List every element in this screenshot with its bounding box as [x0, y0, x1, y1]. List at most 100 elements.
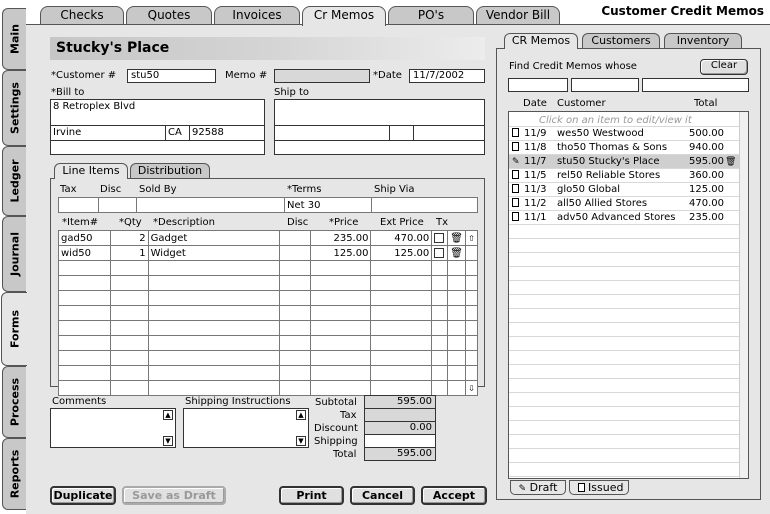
- ext-price-cell[interactable]: 470.00: [370, 230, 433, 246]
- side-tab-main[interactable]: Main: [2, 8, 26, 70]
- side-tab-ledger[interactable]: Ledger: [2, 146, 26, 216]
- price-cell[interactable]: 235.00: [309, 230, 372, 246]
- ext-price-cell[interactable]: 125.00: [370, 245, 433, 261]
- app-title: Customer Credit Memos: [601, 4, 764, 18]
- tab-cr-memos-list[interactable]: CR Memos: [504, 33, 578, 49]
- ship-to-divider: [274, 125, 485, 126]
- comments-scroll-down-icon[interactable]: ▼: [163, 436, 173, 446]
- delete-cell[interactable]: 🗑: [447, 245, 466, 261]
- duplicate-button[interactable]: Duplicate: [50, 486, 116, 505]
- terms-row-table: Net 30: [58, 197, 478, 213]
- find-field-2[interactable]: [571, 78, 639, 92]
- find-field-1[interactable]: [508, 78, 568, 92]
- table-row[interactable]: [58, 290, 479, 306]
- bill-to-address[interactable]: 8 Retroplex Blvd: [53, 101, 135, 112]
- table-row[interactable]: [58, 350, 479, 366]
- date-field[interactable]: 11/7/2002: [409, 69, 485, 83]
- shipping-scroll-up-icon[interactable]: ▲: [296, 410, 306, 420]
- table-row[interactable]: wid50 1 Widget 125.00 125.00 🗑: [58, 245, 479, 261]
- table-row[interactable]: [58, 335, 479, 351]
- list-item[interactable]: 11/1 adv50 Advanced Stores 235.00: [509, 211, 739, 225]
- list-scrollbar[interactable]: [739, 112, 748, 478]
- comments-scroll-up-icon[interactable]: ▲: [163, 410, 173, 420]
- table-row[interactable]: [58, 320, 479, 336]
- shipping-value[interactable]: [364, 434, 436, 448]
- price-cell[interactable]: 125.00: [309, 245, 372, 261]
- delete-cell[interactable]: 🗑: [447, 230, 466, 246]
- table-row[interactable]: [58, 275, 479, 291]
- clear-button[interactable]: Clear: [700, 59, 748, 75]
- list-item[interactable]: 11/2 all50 Allied Stores 470.00: [509, 197, 739, 211]
- tab-quotes[interactable]: Quotes: [126, 6, 212, 24]
- disc-cell[interactable]: [278, 245, 311, 261]
- sold-by-cell[interactable]: [136, 197, 285, 213]
- checkbox-icon[interactable]: [434, 247, 445, 258]
- scrollbar-cell[interactable]: [464, 245, 479, 261]
- tab-pos[interactable]: PO's: [388, 6, 474, 24]
- list-item[interactable]: 11/8 tho50 Thomas & Sons 940.00: [509, 141, 739, 155]
- tab-checks[interactable]: Checks: [40, 6, 124, 24]
- side-tab-reports[interactable]: Reports: [2, 438, 26, 510]
- trash-icon[interactable]: 🗑: [450, 248, 463, 259]
- trash-icon[interactable]: 🗑: [725, 155, 736, 169]
- print-button[interactable]: Print: [279, 486, 344, 505]
- terms-cell[interactable]: Net 30: [284, 197, 372, 213]
- table-row[interactable]: [58, 260, 479, 276]
- side-tab-settings[interactable]: Settings: [2, 70, 26, 146]
- accept-button[interactable]: Accept: [421, 486, 487, 505]
- ext-price-col-header: Ext Price: [380, 217, 424, 228]
- tab-issued[interactable]: Issued: [569, 480, 629, 495]
- list-item[interactable]: 11/3 glo50 Global 125.00: [509, 183, 739, 197]
- disc-cell[interactable]: [278, 230, 311, 246]
- table-row[interactable]: [58, 365, 479, 381]
- tab-line-items[interactable]: Line Items: [54, 163, 128, 179]
- bill-to-zip[interactable]: 92588: [192, 127, 224, 138]
- memo-field[interactable]: [274, 69, 370, 83]
- ship-via-cell[interactable]: [371, 197, 478, 213]
- tx-checkbox[interactable]: [431, 245, 449, 261]
- ship-to-box[interactable]: [274, 99, 485, 155]
- shipping-scroll-down-icon[interactable]: ▼: [296, 436, 306, 446]
- tab-vendor-bill[interactable]: Vendor Bill: [476, 6, 560, 24]
- tab-draft[interactable]: ✎ Draft: [510, 480, 566, 495]
- qty-cell[interactable]: 1: [109, 245, 149, 261]
- item-cell[interactable]: wid50: [58, 245, 111, 261]
- list-item[interactable]: 11/5 rel50 Reliable Stores 360.00: [509, 169, 739, 183]
- tab-distribution[interactable]: Distribution: [130, 163, 210, 178]
- tab-invoices[interactable]: Invoices: [214, 6, 300, 24]
- side-tab-journal[interactable]: Journal: [2, 216, 26, 292]
- comments-field[interactable]: [50, 408, 176, 448]
- list-item[interactable]: 11/9 wes50 Westwood 500.00: [509, 127, 739, 141]
- description-cell[interactable]: Widget: [147, 245, 280, 261]
- table-row[interactable]: [58, 305, 479, 321]
- shipping-instructions-field[interactable]: [183, 408, 309, 448]
- tab-customers[interactable]: Customers: [582, 33, 660, 48]
- tab-inventory[interactable]: Inventory: [664, 33, 742, 48]
- side-tab-forms[interactable]: Forms: [1, 292, 27, 366]
- tax-cell[interactable]: [58, 197, 99, 213]
- tx-checkbox[interactable]: [431, 230, 449, 246]
- bill-to-label: *Bill to: [51, 87, 85, 98]
- save-as-draft-button[interactable]: Save as Draft: [122, 486, 226, 505]
- checkbox-icon[interactable]: [434, 232, 445, 243]
- tab-cr-memos[interactable]: Cr Memos: [302, 6, 386, 26]
- scroll-down-icon[interactable]: ⇩: [466, 384, 477, 393]
- bill-to-state[interactable]: CA: [168, 127, 182, 138]
- item-cell[interactable]: gad50: [58, 230, 111, 246]
- table-row[interactable]: gad50 2 Gadget 235.00 470.00 🗑 ⇧: [58, 230, 479, 246]
- list-item-selected[interactable]: ✎ 11/7 stu50 Stucky's Place 595.00 🗑: [509, 155, 739, 169]
- trash-icon[interactable]: 🗑: [450, 233, 463, 244]
- find-field-3[interactable]: [642, 78, 749, 92]
- bill-to-city[interactable]: Irvine: [53, 127, 81, 138]
- scroll-up-icon[interactable]: ⇧: [466, 234, 477, 243]
- disc-cell[interactable]: [98, 197, 137, 213]
- qty-cell[interactable]: 2: [109, 230, 149, 246]
- memo-total: 940.00: [689, 142, 724, 153]
- cancel-button[interactable]: Cancel: [350, 486, 415, 505]
- scroll-up-cell[interactable]: ⇧: [464, 230, 479, 246]
- table-row[interactable]: ⇩: [58, 380, 479, 396]
- customer-field[interactable]: stu50: [127, 69, 216, 83]
- description-cell[interactable]: Gadget: [147, 230, 280, 246]
- total-value: 595.00: [364, 447, 436, 461]
- side-tab-process[interactable]: Process: [2, 366, 26, 438]
